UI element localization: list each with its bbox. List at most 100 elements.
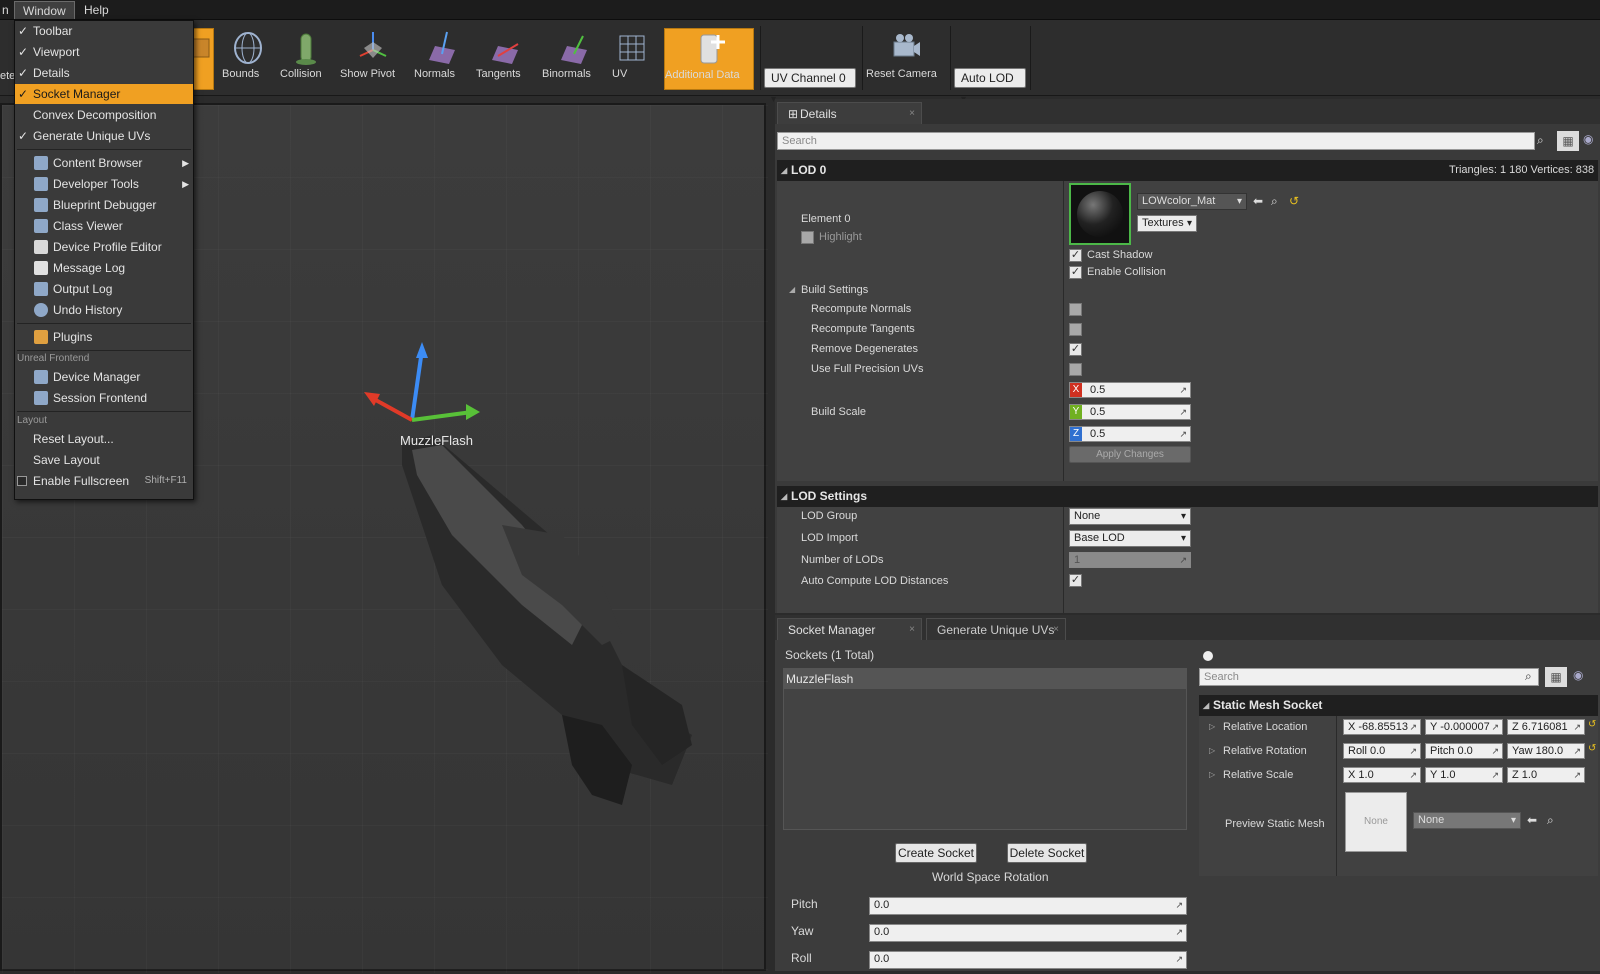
eye-icon[interactable]: ◉ [1573,668,1583,682]
menu-window[interactable]: Window [14,1,75,19]
toolbar-additional-data-button[interactable]: Additional Data [664,28,754,90]
highlight-checkbox[interactable] [801,231,814,244]
menu-item-generate-unique-uvs[interactable]: ✓ Generate Unique UVs [15,126,193,146]
browse-icon[interactable]: ⌕ [1547,813,1554,828]
uv-channel-dropdown[interactable]: UV Channel 0 [764,68,856,88]
roll-field[interactable]: 0.0 [869,951,1187,969]
toolbar-collision-button[interactable]: Collision [280,28,332,90]
static-mesh-socket-header[interactable]: Static Mesh Socket [1199,695,1598,716]
cast-shadow-checkbox[interactable]: ✓ [1069,249,1082,262]
preview-mesh-thumbnail[interactable]: None [1345,792,1407,852]
auto-lod-dropdown[interactable]: Auto LOD [954,68,1026,88]
expand-arrow-icon[interactable]: ▷ [1209,722,1215,731]
menu-item-reset-layout[interactable]: Reset Layout... [15,429,193,449]
material-thumbnail[interactable] [1069,183,1131,245]
toolbar-bounds-button[interactable]: Bounds [222,28,274,90]
menu-item-viewport[interactable]: ✓ Viewport [15,42,193,62]
menu-item-socket-manager[interactable]: ✓ Socket Manager [15,84,193,104]
full-precision-checkbox[interactable] [1069,363,1082,376]
scale-y-field[interactable]: Y 1.0 [1425,767,1503,783]
recompute-tangents-checkbox[interactable] [1069,323,1082,336]
rotation-pitch-field[interactable]: Pitch 0.0 [1425,743,1503,759]
details-search-input[interactable]: Search [777,132,1535,150]
menu-item-session-frontend[interactable]: Session Frontend [15,388,193,408]
view-options-icon[interactable]: ▦ [1557,131,1579,151]
menu-item-enable-fullscreen[interactable]: Enable Fullscreen Shift+F11 [15,471,193,491]
arrow-left-icon[interactable]: ⬅ [1253,194,1263,208]
collapse-arrow-icon[interactable]: ◢ [789,285,795,294]
location-y-field[interactable]: Y -0.000007 [1425,719,1503,735]
menu-item-save-layout[interactable]: Save Layout [15,450,193,470]
preview-mesh-select[interactable]: None [1413,812,1521,829]
reset-icon[interactable]: ↺ [1588,743,1596,754]
menu-item-device-manager[interactable]: Device Manager [15,367,193,387]
view-options-icon[interactable]: ▦ [1545,667,1567,687]
menu-item-convex-decomposition[interactable]: Convex Decomposition [15,105,193,125]
material-dropdown[interactable]: LOWcolor_Mat [1137,193,1247,210]
toolbar-reset-camera-button[interactable]: Reset Camera [866,28,944,90]
socket-search-input[interactable]: Search [1199,668,1539,686]
toolbar-uv-button[interactable]: UV [612,28,652,90]
menu-item-plugins[interactable]: Plugins [15,327,193,347]
socket-list[interactable]: MuzzleFlash [783,668,1187,830]
close-icon[interactable]: × [1053,619,1059,641]
search-icon[interactable]: ⌕ [1537,133,1544,148]
expand-arrow-icon[interactable]: ▷ [1209,770,1215,779]
remove-degenerates-checkbox[interactable]: ✓ [1069,343,1082,356]
tab-details[interactable]: ⊞ Details × [777,102,922,124]
lod-settings-header[interactable]: LOD Settings [777,486,1598,507]
auto-compute-checkbox[interactable]: ✓ [1069,574,1082,587]
close-icon[interactable]: × [909,103,915,125]
toolbar-binormals-button[interactable]: Binormals [542,28,606,90]
toolbar-tangents-button[interactable]: Tangents [476,28,534,90]
search-icon[interactable]: ⌕ [1525,669,1532,684]
menu-item-content-browser[interactable]: Content Browser ▶ [15,153,193,173]
close-icon[interactable]: × [909,619,915,641]
rotation-yaw-field[interactable]: Yaw 180.0 [1507,743,1585,759]
gizmo-y-axis[interactable] [411,410,473,422]
yaw-field[interactable]: 0.0 [869,924,1187,942]
menu-item-details[interactable]: ✓ Details [15,63,193,83]
create-socket-button[interactable]: Create Socket [895,843,977,863]
build-scale-y-field[interactable]: Y 0.5 [1069,404,1191,420]
menu-item-class-viewer[interactable]: Class Viewer [15,216,193,236]
pitch-field[interactable]: 0.0 [869,897,1187,915]
fullscreen-checkbox[interactable] [17,476,27,486]
menu-help[interactable]: Help [76,1,117,19]
scale-x-field[interactable]: X 1.0 [1343,767,1421,783]
menu-item-developer-tools[interactable]: Developer Tools ▶ [15,174,193,194]
location-z-field[interactable]: Z 6.716081 [1507,719,1585,735]
menu-item-undo-history[interactable]: Undo History [15,300,193,320]
menu-item-blueprint-debugger[interactable]: Blueprint Debugger [15,195,193,215]
gizmo-x-axis[interactable] [371,396,413,422]
menu-item-message-log[interactable]: Message Log [15,258,193,278]
menu-item-device-profile-editor[interactable]: Device Profile Editor [15,237,193,257]
menu-item-toolbar[interactable]: ✓ Toolbar [15,21,193,41]
textures-dropdown[interactable]: Textures [1137,215,1197,232]
lod-group-select[interactable]: None [1069,508,1191,525]
rotation-roll-field[interactable]: Roll 0.0 [1343,743,1421,759]
tab-generate-unique-uvs[interactable]: Generate Unique UVs × [926,618,1066,640]
recompute-normals-checkbox[interactable] [1069,303,1082,316]
apply-changes-button[interactable]: Apply Changes [1069,446,1191,463]
arrow-left-icon[interactable]: ⬅ [1527,813,1537,827]
enable-collision-checkbox[interactable]: ✓ [1069,266,1082,279]
menu-item-output-log[interactable]: Output Log [15,279,193,299]
expand-arrow-icon[interactable]: ▷ [1209,746,1215,755]
gizmo-z-axis[interactable] [410,349,424,421]
location-x-field[interactable]: X -68.85513 [1343,719,1421,735]
lod-import-select[interactable]: Base LOD [1069,530,1191,547]
reset-icon[interactable]: ↺ [1588,719,1596,730]
toolbar-normals-button[interactable]: Normals [414,28,470,90]
socket-list-item[interactable]: MuzzleFlash [784,669,1186,689]
toolbar-show-pivot-button[interactable]: Show Pivot [340,28,406,90]
build-scale-x-field[interactable]: X 0.5 [1069,382,1191,398]
scale-z-field[interactable]: Z 1.0 [1507,767,1585,783]
browse-icon[interactable]: ⌕ [1271,194,1278,209]
num-lods-field[interactable]: 1 [1069,552,1191,568]
delete-socket-button[interactable]: Delete Socket [1007,843,1087,863]
build-scale-z-field[interactable]: Z 0.5 [1069,426,1191,442]
reset-icon[interactable]: ↺ [1289,194,1299,208]
tab-socket-manager[interactable]: Socket Manager × [777,618,922,640]
eye-icon[interactable]: ◉ [1583,132,1593,146]
